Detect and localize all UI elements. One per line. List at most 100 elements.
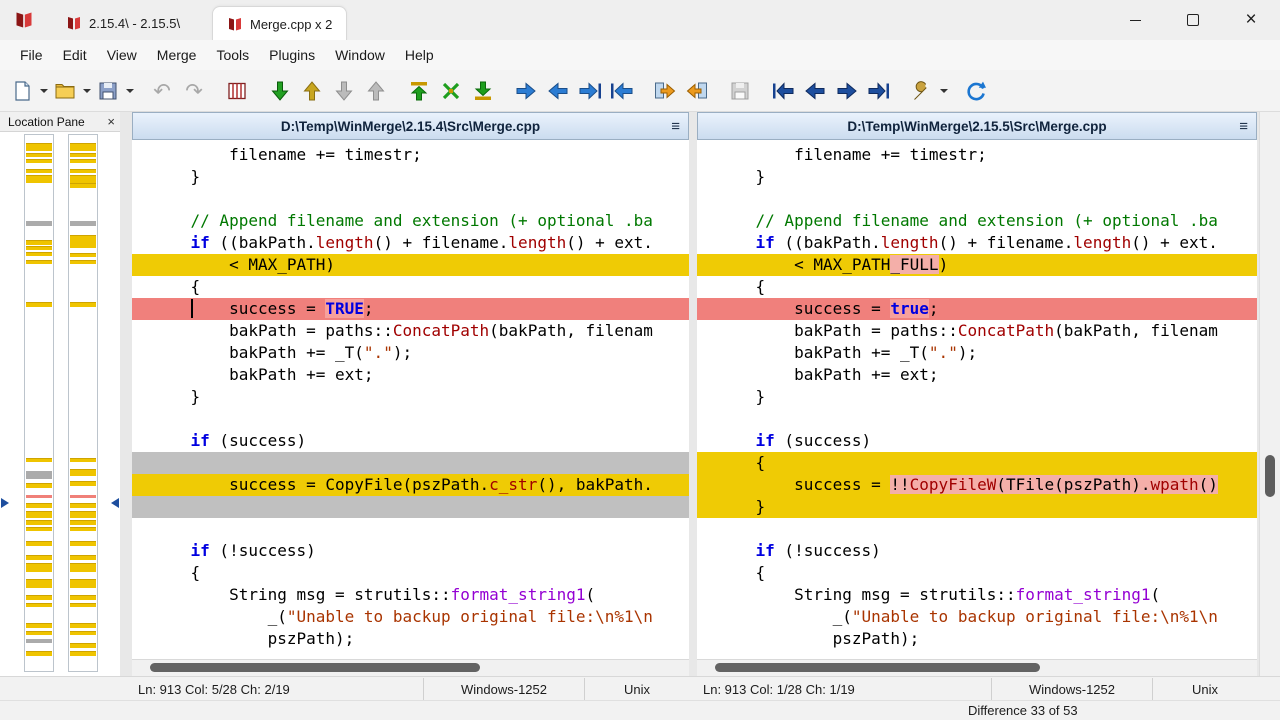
open-button[interactable]: [50, 76, 80, 106]
code-line[interactable]: bakPath += ext;: [697, 364, 1257, 386]
location-diff-bar[interactable]: [70, 643, 96, 648]
location-diff-bar[interactable]: [26, 169, 52, 173]
left-pane-header[interactable]: D:\Temp\WinMerge\2.15.4\Src\Merge.cpp ≡: [132, 112, 689, 140]
copy-right-button[interactable]: [511, 76, 541, 106]
code-line[interactable]: [132, 188, 689, 210]
tab-folder-compare[interactable]: 2.15.4\ - 2.15.5\: [52, 6, 194, 40]
code-line[interactable]: [132, 408, 689, 430]
previous-file-button[interactable]: [800, 76, 830, 106]
location-diff-bar[interactable]: [70, 631, 96, 635]
location-diff-bar[interactable]: [70, 253, 96, 257]
code-line[interactable]: success = true;: [697, 298, 1257, 320]
code-line[interactable]: [697, 188, 1257, 210]
code-line[interactable]: {: [697, 276, 1257, 298]
menu-item-edit[interactable]: Edit: [53, 40, 97, 70]
location-diff-bar[interactable]: [70, 153, 96, 157]
previous-difference-button[interactable]: [297, 76, 327, 106]
location-diff-bar[interactable]: [26, 143, 52, 151]
auto-merge-button[interactable]: [725, 76, 755, 106]
right-pane-header[interactable]: D:\Temp\WinMerge\2.15.5\Src\Merge.cpp ≡: [697, 112, 1257, 140]
plugins-dropdown-button[interactable]: [938, 76, 949, 106]
first-difference-button[interactable]: [404, 76, 434, 106]
location-diff-bar[interactable]: [26, 595, 52, 600]
location-diff-bar[interactable]: [70, 541, 96, 546]
code-line[interactable]: String msg = strutils::format_string1(: [132, 584, 689, 606]
location-diff-bar[interactable]: [26, 471, 52, 479]
save-dropdown-button[interactable]: [124, 76, 135, 106]
location-diff-bar[interactable]: [70, 651, 96, 656]
next-conflict-button[interactable]: [329, 76, 359, 106]
location-diff-bar[interactable]: [70, 469, 96, 476]
location-diff-bar[interactable]: [70, 159, 96, 163]
code-line[interactable]: // Append filename and extension (+ opti…: [697, 210, 1257, 232]
code-line[interactable]: < MAX_PATH_FULL): [697, 254, 1257, 276]
location-diff-bar[interactable]: [70, 555, 96, 560]
code-editor-left[interactable]: filename += timestr; } // Append filenam…: [132, 140, 689, 659]
location-diff-bar[interactable]: [70, 260, 96, 264]
copy-left-advance-button[interactable]: [607, 76, 637, 106]
next-difference-button[interactable]: [265, 76, 295, 106]
right-hscroll-thumb[interactable]: [715, 663, 1040, 672]
menu-item-file[interactable]: File: [10, 40, 53, 70]
vertical-scrollbar[interactable]: [1259, 112, 1280, 676]
code-line[interactable]: filename += timestr;: [697, 144, 1257, 166]
code-line[interactable]: String msg = strutils::format_string1(: [697, 584, 1257, 606]
right-horizontal-scrollbar[interactable]: [697, 659, 1257, 676]
code-line[interactable]: bakPath += _T(".");: [132, 342, 689, 364]
location-diff-bar[interactable]: [70, 579, 96, 588]
location-diff-bar[interactable]: [70, 495, 96, 498]
location-diff-bar[interactable]: [70, 503, 96, 508]
location-diff-bar[interactable]: [70, 623, 96, 628]
minimize-button[interactable]: [1106, 0, 1164, 40]
location-column-left[interactable]: [24, 134, 54, 672]
right-pane-menu-icon[interactable]: ≡: [1239, 113, 1248, 141]
new-dropdown-button[interactable]: [38, 76, 49, 106]
location-diff-bar[interactable]: [26, 527, 52, 531]
last-difference-button[interactable]: [468, 76, 498, 106]
location-diff-bar[interactable]: [70, 169, 96, 173]
location-diff-bar[interactable]: [26, 623, 52, 628]
location-diff-bar[interactable]: [26, 153, 52, 157]
open-dropdown-button[interactable]: [81, 76, 92, 106]
menu-item-tools[interactable]: Tools: [206, 40, 259, 70]
location-diff-bar[interactable]: [70, 595, 96, 600]
code-line[interactable]: < MAX_PATH): [132, 254, 689, 276]
undo-button[interactable]: ↶: [147, 76, 177, 106]
location-diff-bar[interactable]: [26, 175, 52, 183]
location-diff-bar[interactable]: [26, 260, 52, 264]
code-line[interactable]: success = TRUE;: [132, 298, 689, 320]
location-diff-bar[interactable]: [26, 541, 52, 546]
location-diff-bar[interactable]: [26, 555, 52, 560]
close-button[interactable]: ×: [1222, 0, 1280, 40]
code-line[interactable]: if ((bakPath.length() + filename.length(…: [132, 232, 689, 254]
code-line[interactable]: bakPath = paths::ConcatPath(bakPath, fil…: [132, 320, 689, 342]
location-diff-bar[interactable]: [70, 183, 96, 188]
code-line[interactable]: }: [697, 386, 1257, 408]
copy-all-right-button[interactable]: [650, 76, 680, 106]
location-diff-bar[interactable]: [70, 458, 96, 462]
code-line[interactable]: }: [132, 386, 689, 408]
location-diff-bar[interactable]: [26, 603, 52, 607]
code-line[interactable]: {: [697, 562, 1257, 584]
location-diff-bar[interactable]: [26, 495, 52, 498]
refresh-button[interactable]: [961, 76, 991, 106]
menu-item-plugins[interactable]: Plugins: [259, 40, 325, 70]
code-line[interactable]: pszPath);: [697, 628, 1257, 650]
location-diff-bar[interactable]: [70, 520, 96, 525]
code-line[interactable]: filename += timestr;: [132, 144, 689, 166]
location-diff-bar[interactable]: [70, 302, 96, 307]
code-line[interactable]: success = CopyFile(pszPath.c_str(), bakP…: [132, 474, 689, 496]
code-line[interactable]: if (!success): [697, 540, 1257, 562]
location-diff-bar[interactable]: [26, 221, 52, 226]
code-line[interactable]: if (success): [697, 430, 1257, 452]
code-line[interactable]: {: [697, 452, 1257, 474]
select-files-button[interactable]: [222, 76, 252, 106]
location-diff-bar[interactable]: [26, 579, 52, 588]
location-diff-bar[interactable]: [26, 240, 52, 245]
last-file-button[interactable]: [864, 76, 894, 106]
code-line[interactable]: {: [132, 562, 689, 584]
location-diff-bar[interactable]: [70, 603, 96, 607]
code-line[interactable]: // Append filename and extension (+ opti…: [132, 210, 689, 232]
location-pane-close-icon[interactable]: ×: [107, 112, 115, 132]
menu-item-window[interactable]: Window: [325, 40, 395, 70]
